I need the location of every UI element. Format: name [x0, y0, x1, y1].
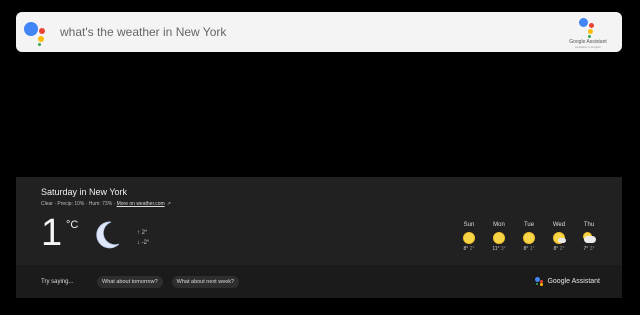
partly-sunny-icon [553, 232, 566, 244]
weather-title: Saturday in New York [41, 187, 128, 197]
forecast-day: Thu 7° 3° [574, 222, 604, 252]
badge-sublabel: Available in English [575, 44, 601, 49]
google-assistant-footer: Google Assistant [535, 277, 600, 286]
day-name: Wed [552, 222, 566, 228]
day-high: 11° [492, 246, 500, 252]
sun-icon [493, 232, 505, 244]
weather-card: Saturday in New York Clear · Precip: 10%… [16, 177, 622, 298]
day-temps: 11° 3° [492, 246, 505, 252]
query-bar[interactable]: what's the weather in New York Google As… [16, 12, 622, 52]
forecast-day: Wed 8° 2° [544, 222, 574, 252]
forecast-day: Sun 8° 2° [454, 222, 484, 252]
day-high: 7° [583, 246, 589, 252]
suggestions-bar: Try saying... What about tomorrow? What … [16, 265, 622, 298]
day-high: 8° [463, 246, 469, 252]
sun-icon [523, 232, 535, 244]
try-saying-label: Try saying... [41, 278, 74, 285]
day-name: Thu [583, 222, 595, 228]
day-temps: 8° 2° [464, 246, 475, 252]
google-assistant-icon [24, 18, 50, 46]
day-name: Tue [523, 222, 535, 228]
suggestion-chip-next-week[interactable]: What about next week? [171, 275, 240, 288]
current-temperature: 1 [41, 212, 63, 254]
weather-conditions: Clear · Precip: 10% · Hum: 73% · [41, 201, 117, 207]
external-link-icon: ↗ [166, 201, 171, 207]
google-assistant-badge: Google Assistant Available in English [558, 16, 618, 49]
day-low: 2° [469, 246, 475, 252]
more-weather-link[interactable]: More on weather.com [117, 201, 165, 207]
partly-cloudy-icon [583, 232, 596, 244]
weather-summary: Saturday in New York Clear · Precip: 10%… [16, 177, 622, 265]
day-temps: 8° 1° [524, 246, 535, 252]
weather-details: Clear · Precip: 10% · Hum: 73% · More on… [41, 201, 171, 207]
google-assistant-logo-icon [577, 16, 599, 38]
forecast: Sun 8° 2° Mon 11° 3° Tue 8° 1° Wed 8° 2°… [454, 222, 604, 252]
day-low: 1° [529, 246, 535, 252]
suggestion-chip-tomorrow[interactable]: What about tomorrow? [97, 275, 163, 288]
day-temps: 8° 2° [554, 246, 565, 252]
day-high: 8° [553, 246, 559, 252]
sun-icon [463, 232, 475, 244]
day-low: 3° [589, 246, 595, 252]
day-low: 3° [500, 246, 506, 252]
day-name: Sun [463, 222, 475, 228]
google-assistant-icon [535, 277, 544, 286]
day-low: 2° [559, 246, 565, 252]
moon-icon [96, 221, 120, 249]
query-text: what's the weather in New York [60, 25, 227, 39]
temperature-unit: °C [66, 219, 79, 231]
day-temps: 7° 3° [584, 246, 595, 252]
forecast-day: Tue 8° 1° [514, 222, 544, 252]
day-name: Mon [493, 222, 505, 228]
high-low: ↑ 2° ↓ -2° [137, 228, 149, 248]
forecast-day: Mon 11° 3° [484, 222, 514, 252]
day-high: 8° [523, 246, 529, 252]
high-temperature: ↑ 2° [137, 230, 148, 236]
low-temperature: ↓ -2° [137, 240, 150, 246]
google-assistant-label: Google Assistant [547, 278, 600, 285]
